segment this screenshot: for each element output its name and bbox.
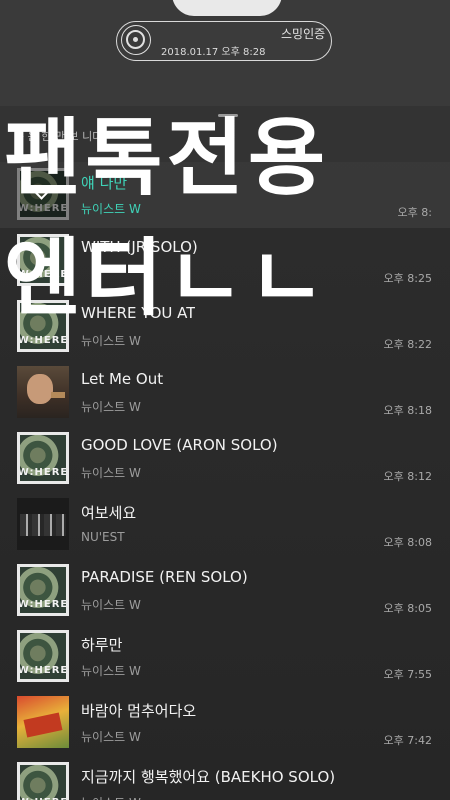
track-title: 바람아 멈추어다오 — [81, 702, 197, 720]
track-played-time: 오후 8:05 — [383, 602, 432, 615]
album-cover-border — [17, 234, 69, 286]
track-row[interactable]: W:HERE 하루만뉴이스트 W 오후 7:55 — [0, 624, 450, 690]
streaming-history-screen: 스밍인증 2018.01.17 오후 8:28 목 은 한 만 보 니다. W:… — [0, 0, 450, 800]
track-row[interactable]: 바람아 멈추어다오뉴이스트 W 오후 7:42 — [0, 690, 450, 756]
album-cover-art — [27, 374, 53, 404]
track-played-time: 오후 8:12 — [383, 470, 432, 483]
track-row[interactable]: 여보세요 NU'EST 오후 8:08 — [0, 492, 450, 558]
track-row[interactable]: W:HERE WITH (JR SOLO) 오후 8:25 — [0, 228, 450, 294]
track-played-time: 오후 8:25 — [383, 272, 432, 285]
track-row[interactable]: W:HERE GOOD LOVE (ARON SOLO) 뉴이스트 W 오후 8:12 — [0, 426, 450, 492]
track-artist: 뉴이스트 W — [81, 730, 141, 744]
album-cover-border — [17, 564, 69, 616]
album-cover — [17, 696, 69, 748]
track-played-time: 오후 7:42 — [383, 734, 432, 747]
track-title: 여보세요 — [81, 504, 137, 522]
track-played-time: 오후 8: — [397, 206, 432, 219]
track-title: PARADISE (REN SOLO) — [81, 568, 248, 586]
album-cover — [17, 498, 69, 550]
track-artist: NU'EST — [81, 530, 125, 544]
track-artist: 뉴이스트 W — [81, 400, 141, 414]
track-artist: 뉴이스트 W — [81, 794, 141, 800]
album-cover-border — [17, 762, 69, 800]
track-title: 지금까지 행복했어요 (BAEKHO SOLO) — [81, 768, 336, 786]
album-cover-art — [20, 514, 66, 536]
album-cover-art — [51, 392, 65, 398]
vinyl-record-icon — [121, 25, 151, 55]
album-cover: W:HERE — [17, 432, 69, 484]
notice-text: 목 은 한 만 보 니다. — [14, 130, 106, 143]
track-played-time: 오후 8:18 — [383, 404, 432, 417]
badge-timestamp: 2018.01.17 오후 8:28 — [161, 47, 266, 58]
track-played-time: 오후 8:08 — [383, 536, 432, 549]
track-row[interactable]: Let Me Out 뉴이스트 W 오후 8:18 — [0, 360, 450, 426]
track-artist: 뉴이스트 W — [81, 334, 141, 348]
album-cover-border — [17, 432, 69, 484]
track-row[interactable]: W:HERE PARADISE (REN SOLO) 뉴이스트 W 오후 8:05 — [0, 558, 450, 624]
track-artist: 뉴이스트 W — [81, 202, 141, 216]
track-row[interactable]: W:HERE WHERE YOU AT 뉴이스트 W 오후 8:22 — [0, 294, 450, 360]
album-cover: W:HERE — [17, 564, 69, 616]
album-cover: W:HERE — [17, 762, 69, 800]
track-artist: 뉴이스트 W — [81, 598, 141, 612]
album-cover-art — [23, 712, 63, 738]
track-row[interactable]: W:HERE지금까지 행복했어요 (BAEKHO SOLO)뉴이스트 W오후 7… — [0, 756, 450, 800]
album-cover-border — [17, 300, 69, 352]
track-artist: 뉴이스트 W — [81, 466, 141, 480]
header: 스밍인증 2018.01.17 오후 8:28 — [0, 0, 450, 106]
album-cover: W:HERE — [17, 234, 69, 286]
album-cover — [17, 366, 69, 418]
album-cover-border — [17, 630, 69, 682]
album-cover: W:HERE — [17, 630, 69, 682]
track-title: GOOD LOVE (ARON SOLO) — [81, 436, 278, 454]
track-played-time: 오후 7:55 — [383, 668, 432, 681]
badge-label: 스밍인증 — [281, 27, 326, 41]
track-title: 얘 다만 — [81, 174, 128, 192]
album-cover: W:HERE — [17, 300, 69, 352]
streaming-proof-badge: 스밍인증 2018.01.17 오후 8:28 — [116, 21, 332, 61]
track-played-time: 오후 8:22 — [383, 338, 432, 351]
track-title: 하루만 — [81, 636, 123, 654]
drag-handle[interactable] — [218, 114, 238, 117]
profile-avatar[interactable] — [172, 0, 282, 16]
track-title: WITH (JR SOLO) — [81, 238, 198, 256]
track-title: WHERE YOU AT — [81, 304, 196, 322]
track-title: Let Me Out — [81, 370, 164, 388]
track-artist: 뉴이스트 W — [81, 664, 141, 678]
track-row[interactable]: W:HERE 얘 다만 뉴이스트 W 오후 8: — [0, 162, 450, 228]
